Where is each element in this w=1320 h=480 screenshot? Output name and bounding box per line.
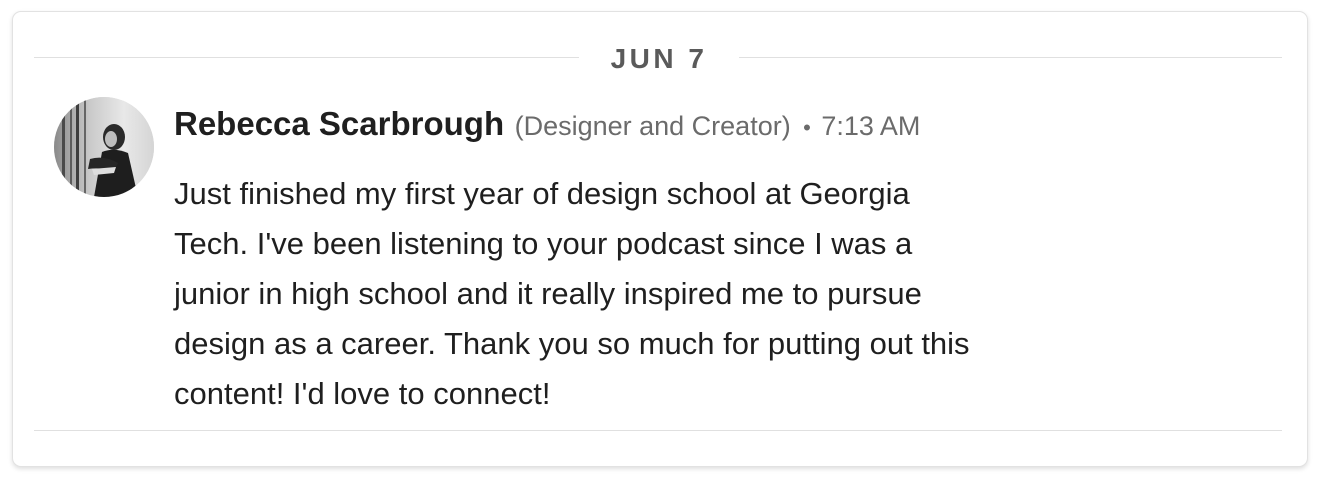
separator-dot: • (803, 115, 811, 140)
profile-photo-icon (54, 97, 154, 197)
message-line: Just finished my first year of design sc… (174, 176, 910, 211)
author-name[interactable]: Rebecca Scarbrough (174, 105, 504, 142)
message-line: design as a career. Thank you so much fo… (174, 326, 970, 361)
avatar[interactable] (54, 97, 154, 197)
message-body: Just finished my first year of design sc… (174, 169, 1134, 419)
date-label: JUN 7 (610, 43, 708, 74)
message-line: Tech. I've been listening to your podcas… (174, 226, 913, 261)
timestamp: 7:13 AM (821, 111, 921, 141)
message-line: junior in high school and it really insp… (174, 276, 922, 311)
message-line: content! I'd love to connect! (174, 376, 551, 411)
divider-line-right (739, 57, 1282, 58)
author-role: (Designer and Creator) (514, 111, 791, 141)
date-divider: JUN 7 (34, 42, 1282, 76)
divider-line-left (34, 57, 579, 58)
message-header: Rebecca Scarbrough (Designer and Creator… (174, 102, 920, 153)
message-card: JUN 7 Rebecca Scarbrough (Designer and C… (12, 11, 1308, 467)
bottom-divider (34, 430, 1282, 431)
